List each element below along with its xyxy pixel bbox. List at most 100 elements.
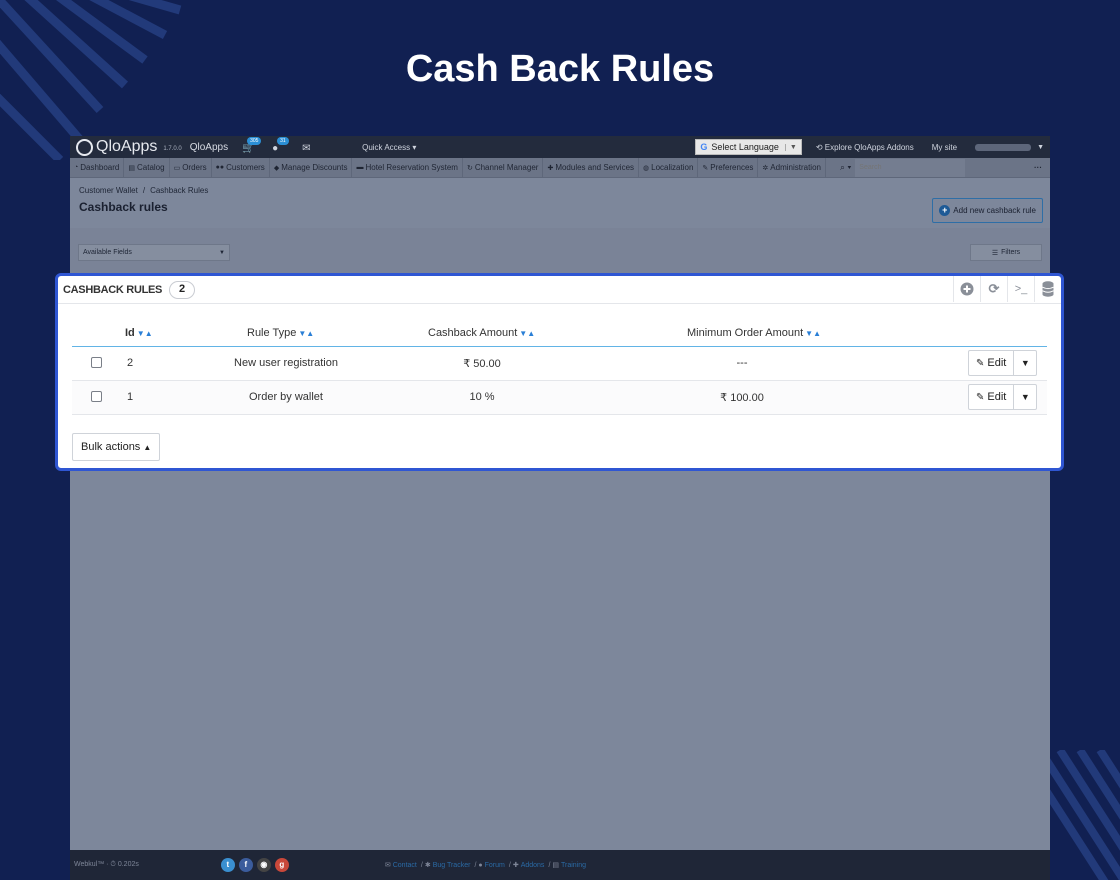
add-cashback-rule-button[interactable]: + Add new cashback rule <box>932 198 1043 223</box>
row-checkbox[interactable] <box>91 391 102 402</box>
column-header-id[interactable]: Id ▼▲ <box>125 327 153 339</box>
nav-label: Preferences <box>710 163 754 172</box>
panel-toolbar: ⟳ >_ <box>953 276 1061 302</box>
dashboard-icon: ◔ <box>74 164 79 171</box>
github-icon[interactable]: ◉ <box>256 858 271 872</box>
page-title: Cashback rules <box>79 200 168 214</box>
footer-link-forum[interactable]: Forum <box>485 862 505 869</box>
nav-manage-discounts[interactable]: ◆ Manage Discounts <box>270 158 353 177</box>
nav-label: Customers <box>226 163 265 172</box>
breadcrumb-item[interactable]: Cashback Rules <box>150 186 208 195</box>
refresh-list-button[interactable]: ⟳ <box>980 276 1007 302</box>
comments-icon: ● <box>478 861 483 869</box>
nav-catalog[interactable]: ▤ Catalog <box>124 158 170 177</box>
cell-min-order-amount: --- <box>736 357 748 369</box>
shop-name-link[interactable]: QloApps <box>190 142 228 153</box>
column-header-rule-type[interactable]: Rule Type ▼▲ <box>247 327 314 339</box>
row-actions-dropdown[interactable]: ▼ <box>1014 385 1036 409</box>
orders-notification[interactable]: 🛒 305 <box>242 137 262 154</box>
customers-count-badge: 31 <box>277 137 289 145</box>
bug-icon: ✱ <box>424 862 431 869</box>
explore-addons-link[interactable]: ⟲ Explore QloApps Addons <box>816 143 914 152</box>
column-header-cashback-amount[interactable]: Cashback Amount ▼▲ <box>428 327 535 339</box>
panel-header: CASHBACK RULES 2 ⟳ >_ <box>58 276 1061 304</box>
my-site-link[interactable]: My site <box>932 143 957 152</box>
filters-button[interactable]: ☰ Filters <box>970 244 1042 261</box>
wrench-icon: ✎ <box>702 164 709 172</box>
quick-access-menu[interactable]: Quick Access ▾ <box>362 143 416 152</box>
table-row[interactable]: 2 New user registration ₹ 50.00 --- ✎ Edi… <box>72 347 1047 381</box>
twitter-icon[interactable]: t <box>220 858 235 872</box>
nav-channel-manager[interactable]: ↻ Channel Manager <box>463 158 544 177</box>
nav-orders[interactable]: ▭ Orders <box>170 158 212 177</box>
sort-arrows-icon[interactable]: ▼▲ <box>298 329 314 338</box>
globe-icon: ◍ <box>643 164 650 172</box>
column-label: Cashback Amount <box>428 327 518 339</box>
footer-link-contact[interactable]: Contact <box>393 862 417 869</box>
available-fields-select[interactable]: Available Fields ▼ <box>78 244 230 261</box>
nav-localization[interactable]: ◍ Localization <box>639 158 699 177</box>
messages-notification[interactable]: ✉ <box>302 140 318 154</box>
column-header-min-order-amount[interactable]: Minimum Order Amount ▼▲ <box>687 327 821 339</box>
bulk-actions-button[interactable]: Bulk actions ▲ <box>72 433 161 461</box>
facebook-icon[interactable]: f <box>238 858 253 872</box>
nav-label: Manage Discounts <box>281 163 348 172</box>
footer-credit: Webkul™ · ⏱ 0.202s <box>74 861 139 868</box>
logo-icon <box>76 138 93 156</box>
nav-preferences[interactable]: ✎ Preferences <box>698 158 759 177</box>
cell-rule-type: New user registration <box>234 357 338 369</box>
cashback-rules-panel: CASHBACK RULES 2 ⟳ >_ Id ▼▲ Rule Type ▼▲… <box>55 273 1064 471</box>
search-input[interactable] <box>855 158 966 177</box>
add-icon <box>960 282 974 296</box>
show-sql-button[interactable]: >_ <box>1007 276 1034 302</box>
qloapps-logo[interactable]: QloApps <box>76 138 157 156</box>
google-translate-select[interactable]: G Select Language ▼ <box>695 139 802 155</box>
export-sql-manager-button[interactable] <box>1034 276 1061 302</box>
nav-dashboard[interactable]: ◔ Dashboard <box>70 158 125 177</box>
edit-button[interactable]: ✎ Edit <box>969 351 1015 375</box>
google-plus-icon[interactable]: g <box>274 858 289 872</box>
sliders-icon: ☰ <box>991 249 999 257</box>
explore-addons-label: Explore QloApps Addons <box>824 142 914 152</box>
footer-link-addons[interactable]: Addons <box>521 862 545 869</box>
sort-arrows-icon[interactable]: ▼▲ <box>519 329 535 338</box>
nav-modules-services[interactable]: ✚ Modules and Services <box>543 158 640 177</box>
nav-administration[interactable]: ✲ Administration <box>758 158 826 177</box>
column-label: Rule Type <box>247 327 297 339</box>
add-cashback-rule-label: Add new cashback rule <box>953 206 1036 215</box>
column-label: Id <box>125 327 135 339</box>
chevron-down-icon: ▼ <box>1037 143 1044 151</box>
table-row[interactable]: 1 Order by wallet 10 % ₹ 100.00 ✎ Edit ▼ <box>72 381 1047 415</box>
terminal-icon: >_ <box>1014 283 1028 295</box>
admin-topbar: QloApps 1.7.0.0 QloApps 🛒 305 ● 31 ✉ Qui… <box>70 136 1050 158</box>
chevron-down-icon: ▼ <box>784 143 797 151</box>
edit-button[interactable]: ✎ Edit <box>969 385 1015 409</box>
user-icon: ● <box>272 143 279 154</box>
sort-arrows-icon[interactable]: ▼▲ <box>137 329 153 338</box>
nav-more-button[interactable]: ··· <box>1026 163 1050 172</box>
footer-link-training[interactable]: Training <box>561 862 586 869</box>
employee-menu-redacted[interactable] <box>975 143 1032 151</box>
select-language-label: Select Language <box>711 142 779 152</box>
cashback-rules-table: Id ▼▲ Rule Type ▼▲ Cashback Amount ▼▲ Minim… <box>72 320 1047 415</box>
edit-label: Edit <box>987 357 1007 369</box>
pencil-icon: ✎ <box>976 357 985 369</box>
nav-label: Channel Manager <box>474 163 539 172</box>
sort-arrows-icon[interactable]: ▼▲ <box>805 329 821 338</box>
row-checkbox[interactable] <box>91 357 102 368</box>
add-new-button[interactable] <box>953 276 980 302</box>
cell-id: 1 <box>126 391 134 403</box>
footer-link-bug-tracker[interactable]: Bug Tracker <box>433 862 471 869</box>
footer-links: ✉ Contact / ✱ Bug Tracker / ● Forum / ✚ Add… <box>384 861 587 870</box>
nav-label: Hotel Reservation System <box>365 163 458 172</box>
row-actions-dropdown[interactable]: ▼ <box>1014 351 1036 375</box>
caret-up-icon: ▲ <box>143 442 152 452</box>
bulk-actions-label: Bulk actions <box>81 441 141 453</box>
nav-label: Administration <box>770 163 821 172</box>
puzzle-icon: ✚ <box>547 164 554 172</box>
breadcrumb-item[interactable]: Customer Wallet <box>79 186 138 195</box>
nav-hotel-reservation[interactable]: ▬ Hotel Reservation System <box>352 158 463 177</box>
customers-notification[interactable]: ● 31 <box>272 137 289 154</box>
search-icon[interactable]: ⌕ ▾ <box>836 162 855 173</box>
nav-customers[interactable]: ●● Customers <box>212 158 270 177</box>
